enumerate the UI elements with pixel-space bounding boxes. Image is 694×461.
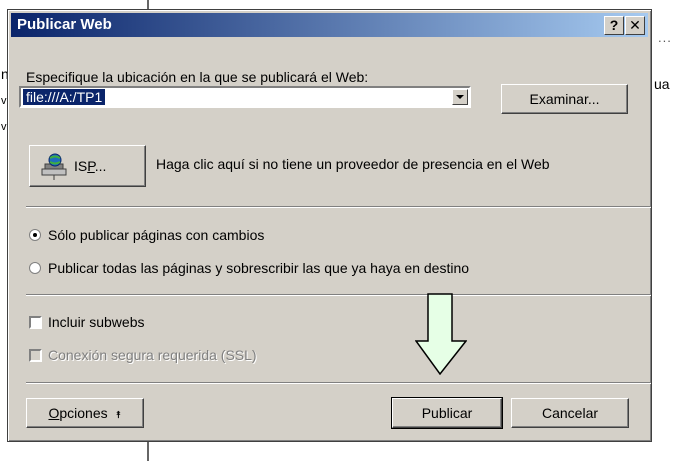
isp-button-accel: P <box>87 158 95 174</box>
publish-web-dialog: Publicar Web ? ✕ Especifique la ubicació… <box>7 9 652 442</box>
background-letter: v <box>1 121 7 133</box>
isp-button-label-prefix: IS <box>74 158 88 174</box>
checkbox-ssl <box>29 349 42 362</box>
background-text: ua <box>654 76 670 92</box>
background-letter: v <box>1 95 7 107</box>
cancel-button-label: Cancelar <box>541 405 599 421</box>
web-publish-icon <box>41 153 67 180</box>
isp-button-label-suffix: ... <box>94 158 107 174</box>
browse-button-label: Examinar... <box>529 91 600 107</box>
radio-publish-all[interactable] <box>29 262 41 274</box>
dropdown-arrow-icon[interactable] <box>452 89 468 105</box>
checkbox-include-subwebs-label[interactable]: Incluir subwebs <box>48 314 145 330</box>
help-button[interactable]: ? <box>604 16 624 35</box>
background-vertical-line <box>147 440 149 461</box>
radio-publish-changed[interactable] <box>29 229 41 241</box>
location-label: Especifique la ubicación en la que se pu… <box>26 69 369 85</box>
options-accel: O <box>48 405 60 421</box>
separator <box>26 382 651 384</box>
location-value[interactable]: file:///A:/TP1 <box>23 89 106 105</box>
checkbox-include-subwebs[interactable] <box>29 316 42 329</box>
down-arrow-icon <box>415 293 467 375</box>
cancel-button[interactable]: Cancelar <box>511 398 629 428</box>
background-dots: ... <box>658 30 672 45</box>
location-combobox[interactable]: file:///A:/TP1 <box>19 86 471 108</box>
isp-button[interactable]: ISP... <box>29 145 146 187</box>
close-button[interactable]: ✕ <box>625 16 645 35</box>
publish-button[interactable]: Publicar <box>391 397 503 429</box>
separator <box>26 294 651 296</box>
publish-button-label: Publicar <box>421 405 473 421</box>
radio-publish-all-label[interactable]: Publicar todas las páginas y sobrescribi… <box>48 260 469 276</box>
radio-publish-changed-label[interactable]: Sólo publicar páginas con cambios <box>48 227 264 243</box>
browse-button[interactable]: Examinar... <box>501 84 628 114</box>
isp-description: Haga clic aquí si no tiene un proveedor … <box>156 156 550 172</box>
options-button[interactable]: Opciones ⯭ <box>26 398 144 428</box>
chevron-up-icon: ⯭ <box>115 410 122 421</box>
checkbox-ssl-label: Conexión segura requerida (SSL) <box>48 347 257 363</box>
options-label: pciones <box>59 405 108 421</box>
separator <box>26 206 651 208</box>
title-bar[interactable]: Publicar Web ? ✕ <box>11 13 648 37</box>
dialog-title: Publicar Web <box>17 16 112 33</box>
